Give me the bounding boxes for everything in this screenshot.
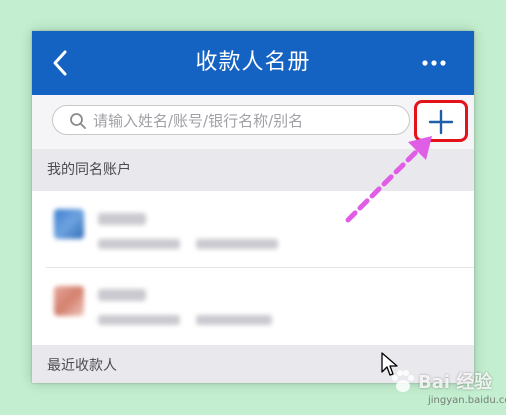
avatar [54, 209, 84, 239]
search-placeholder: 请输入姓名/账号/银行名称/别名 [93, 112, 304, 130]
watermark-text: Bai 经验 [418, 372, 493, 393]
screenshot-canvas: 收款人名册 请输入姓名/账号/银行名称/别名 我的同名账户 最近收款人 Bai … [0, 0, 506, 415]
paw-logo-icon [392, 370, 414, 392]
avatar [54, 286, 84, 316]
list-item[interactable] [32, 268, 474, 344]
plus-icon [428, 109, 454, 135]
payee-account-redacted [98, 315, 180, 325]
search-bar: 请输入姓名/账号/银行名称/别名 [32, 95, 474, 150]
search-input[interactable]: 请输入姓名/账号/银行名称/别名 [52, 105, 410, 135]
payee-bank-redacted [196, 315, 272, 325]
watermark-url: jingyan.baidu.com [428, 395, 506, 406]
payee-bank-redacted [196, 239, 278, 249]
watermark: Bai 经验 jingyan.baidu.com [388, 362, 506, 412]
payee-account-redacted [98, 239, 180, 249]
more-button[interactable] [420, 53, 448, 73]
payee-name-redacted [98, 289, 146, 301]
list-item[interactable] [32, 191, 474, 267]
section-header-own-accounts: 我的同名账户 [32, 149, 474, 191]
app-window: 收款人名册 请输入姓名/账号/银行名称/别名 我的同名账户 最近收款人 [32, 31, 474, 383]
add-payee-button[interactable] [414, 100, 468, 142]
page-title: 收款人名册 [195, 50, 311, 75]
search-icon [70, 113, 86, 129]
nav-header: 收款人名册 [32, 31, 474, 95]
payee-name-redacted [98, 213, 146, 225]
more-horizontal-icon [422, 60, 446, 66]
